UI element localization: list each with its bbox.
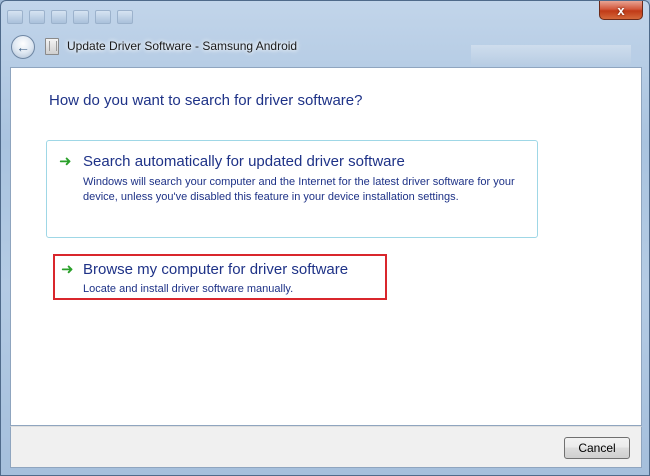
dialog-window: x ← Update Driver Software - Samsung And… (0, 0, 650, 476)
green-arrow-icon: ➜ (61, 261, 74, 278)
toolbar-icon (95, 10, 111, 24)
window-title: Update Driver Software - Samsung Android (67, 39, 298, 53)
dialog-footer: Cancel (10, 426, 642, 468)
toolbar-icon (73, 10, 89, 24)
option-title: Search automatically for updated driver … (83, 153, 405, 170)
content-panel: How do you want to search for driver sof… (10, 67, 642, 426)
page-heading: How do you want to search for driver sof… (49, 92, 363, 109)
green-arrow-icon: ➜ (59, 153, 72, 170)
back-arrow-icon: ← (16, 39, 30, 55)
close-icon: x (617, 2, 625, 18)
option-title: Browse my computer for driver software (83, 261, 349, 278)
toolbar-icon (29, 10, 45, 24)
background-actions-pane (471, 45, 631, 65)
driver-device-icon (45, 38, 59, 55)
toolbar-icon (117, 10, 133, 24)
background-toolbar (7, 5, 307, 29)
option-description: Windows will search your computer and th… (83, 176, 515, 203)
toolbar-icon (51, 10, 67, 24)
cancel-button[interactable]: Cancel (564, 437, 630, 459)
toolbar-icon (7, 10, 23, 24)
back-button[interactable]: ← (11, 35, 35, 59)
close-button[interactable]: x (599, 1, 643, 20)
browse-computer-option[interactable]: ➜ Browse my computer for driver software… (53, 254, 387, 300)
option-description: Locate and install driver software manua… (83, 283, 294, 295)
search-automatically-option[interactable]: ➜ Search automatically for updated drive… (46, 140, 538, 238)
